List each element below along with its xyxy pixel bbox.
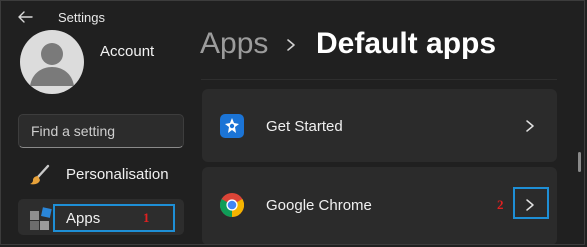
sidebar-item-personalisation[interactable]: Personalisation <box>18 157 184 193</box>
app-name: Get Started <box>266 118 343 135</box>
chrome-icon <box>220 193 244 217</box>
avatar[interactable] <box>20 30 84 94</box>
back-arrow-icon[interactable] <box>16 8 34 26</box>
highlight-box-chevron <box>513 187 549 219</box>
app-card-get-started[interactable]: Get Started <box>202 89 557 162</box>
paintbrush-icon <box>30 164 50 185</box>
account-name: Account <box>100 43 155 60</box>
chevron-right-icon[interactable] <box>524 119 536 133</box>
scrollbar[interactable] <box>578 152 581 172</box>
search-input[interactable] <box>31 123 181 139</box>
highlight-box-apps <box>53 204 175 232</box>
app-name: Google Chrome <box>266 197 372 214</box>
breadcrumb-parent[interactable]: Apps <box>200 27 268 61</box>
annotation-step-2: 2 <box>497 197 504 212</box>
app-card-google-chrome[interactable]: Google Chrome <box>202 167 557 245</box>
divider <box>201 79 557 80</box>
chevron-right-icon <box>287 39 295 51</box>
apps-icon <box>30 207 52 230</box>
user-silhouette-icon <box>30 43 74 86</box>
search-box[interactable] <box>18 114 184 148</box>
window-title: Settings <box>58 10 105 25</box>
page-title: Default apps <box>316 27 497 60</box>
sidebar-item-label: Personalisation <box>66 166 169 183</box>
get-started-icon <box>220 114 244 138</box>
annotation-step-1: 1 <box>143 210 150 225</box>
